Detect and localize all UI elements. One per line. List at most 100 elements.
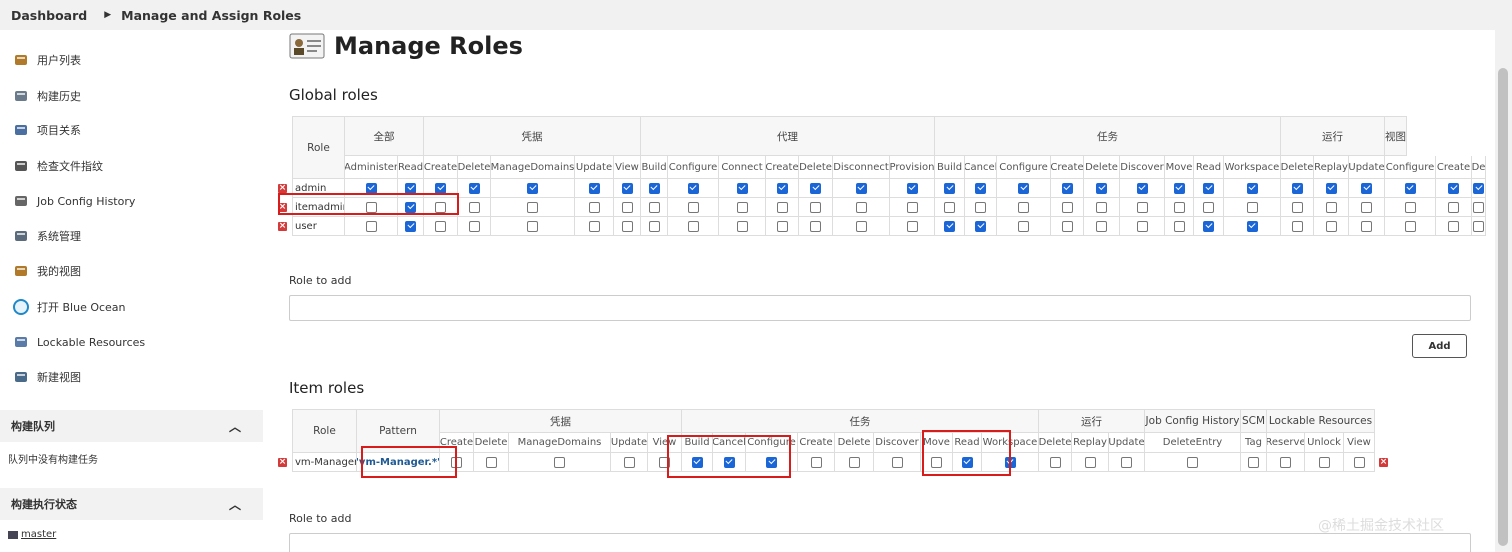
checkbox[interactable]	[1318, 456, 1330, 468]
sidebar-task-8[interactable]: Lockable Resources	[11, 332, 145, 352]
checkbox-checked[interactable]	[1404, 182, 1416, 194]
permission-cell[interactable]	[491, 217, 575, 236]
checkbox-checked[interactable]	[1018, 182, 1029, 194]
sidebar-task-4[interactable]: Job Config History	[11, 191, 135, 211]
sidebar-task-label[interactable]: 用户列表	[37, 52, 81, 68]
permission-cell[interactable]	[1194, 217, 1224, 236]
checkbox[interactable]	[1325, 220, 1337, 232]
permission-cell[interactable]	[575, 198, 614, 217]
permission-cell[interactable]	[1281, 198, 1314, 217]
item-permission-cell[interactable]	[1039, 453, 1072, 472]
checkbox-checked[interactable]	[906, 182, 918, 194]
permission-cell[interactable]	[1281, 179, 1314, 198]
permission-cell[interactable]	[1349, 217, 1385, 236]
sidebar-task-label[interactable]: Lockable Resources	[37, 336, 145, 349]
checkbox[interactable]	[736, 201, 748, 213]
permission-cell[interactable]	[1120, 179, 1165, 198]
checkbox-checked[interactable]	[527, 182, 538, 194]
checkbox[interactable]	[1061, 201, 1073, 213]
checkbox[interactable]	[776, 201, 788, 213]
item-permission-cell[interactable]	[1145, 453, 1241, 472]
permission-cell[interactable]	[668, 198, 719, 217]
checkbox[interactable]	[468, 220, 480, 232]
checkbox[interactable]	[1361, 220, 1372, 232]
permission-cell[interactable]	[1051, 198, 1084, 217]
permission-cell[interactable]	[965, 179, 997, 198]
permission-cell[interactable]	[641, 179, 668, 198]
checkbox[interactable]	[906, 220, 918, 232]
checkbox[interactable]	[588, 220, 600, 232]
checkbox[interactable]	[891, 456, 903, 468]
scrollbar-thumb[interactable]	[1498, 68, 1508, 546]
checkbox[interactable]	[1121, 456, 1132, 468]
checkbox[interactable]	[1018, 201, 1029, 213]
checkbox[interactable]	[736, 220, 748, 232]
checkbox-checked[interactable]	[1203, 182, 1214, 194]
checkbox-checked[interactable]	[1246, 182, 1258, 194]
delete-role-icon[interactable]	[278, 222, 287, 231]
permission-cell[interactable]	[799, 217, 833, 236]
checkbox-checked[interactable]	[810, 182, 821, 194]
item-permission-cell[interactable]	[1109, 453, 1145, 472]
sidebar-task-label[interactable]: 构建历史	[37, 88, 81, 104]
checkbox[interactable]	[810, 456, 822, 468]
checkbox[interactable]	[810, 220, 821, 232]
permission-cell[interactable]	[1194, 179, 1224, 198]
permission-cell[interactable]	[833, 179, 890, 198]
permission-cell[interactable]	[491, 179, 575, 198]
permission-cell[interactable]	[575, 179, 614, 198]
breadcrumb-current[interactable]: Manage and Assign Roles	[121, 8, 301, 23]
checkbox[interactable]	[944, 201, 955, 213]
checkbox-checked[interactable]	[405, 182, 416, 194]
permission-cell[interactable]	[614, 198, 641, 217]
sidebar-task-label[interactable]: 项目关系	[37, 122, 81, 138]
checkbox-checked[interactable]	[405, 220, 416, 232]
checkbox[interactable]	[1049, 456, 1061, 468]
checkbox[interactable]	[1473, 201, 1484, 213]
item-role-to-add-input[interactable]	[289, 533, 1471, 552]
checkbox[interactable]	[1291, 220, 1303, 232]
global-role-to-add-input[interactable]	[289, 295, 1471, 321]
permission-cell[interactable]	[1051, 179, 1084, 198]
permission-cell[interactable]	[641, 217, 668, 236]
checkbox[interactable]	[975, 201, 986, 213]
permission-cell[interactable]	[935, 179, 965, 198]
item-permission-cell[interactable]	[1344, 453, 1375, 472]
checkbox[interactable]	[1173, 220, 1185, 232]
checkbox-checked[interactable]	[1473, 182, 1484, 194]
checkbox[interactable]	[1353, 456, 1365, 468]
executor-node[interactable]: master	[8, 529, 56, 540]
permission-cell[interactable]	[965, 217, 997, 236]
permission-cell[interactable]	[614, 217, 641, 236]
checkbox-checked[interactable]	[1361, 182, 1372, 194]
checkbox[interactable]	[1084, 456, 1096, 468]
permission-cell[interactable]	[890, 198, 935, 217]
permission-cell[interactable]	[766, 179, 799, 198]
permission-cell[interactable]	[1472, 179, 1486, 198]
checkbox[interactable]	[1061, 220, 1073, 232]
checkbox[interactable]	[365, 220, 377, 232]
permission-cell[interactable]	[398, 217, 424, 236]
item-permission-cell[interactable]	[835, 453, 874, 472]
permission-cell[interactable]	[719, 179, 766, 198]
checkbox-checked[interactable]	[365, 182, 377, 194]
item-permission-cell[interactable]	[611, 453, 648, 472]
sidebar-task-5[interactable]: 系统管理	[11, 226, 81, 246]
checkbox[interactable]	[810, 201, 821, 213]
permission-cell[interactable]	[458, 198, 491, 217]
add-button[interactable]: Add	[1412, 334, 1467, 358]
item-permission-cell[interactable]	[798, 453, 835, 472]
checkbox-checked[interactable]	[1173, 182, 1185, 194]
permission-cell[interactable]	[1349, 179, 1385, 198]
sidebar-task-3[interactable]: 检查文件指纹	[11, 156, 103, 176]
checkbox-checked[interactable]	[1061, 182, 1073, 194]
permission-cell[interactable]	[1436, 217, 1472, 236]
permission-cell[interactable]	[1084, 198, 1120, 217]
permission-cell[interactable]	[575, 217, 614, 236]
permission-cell[interactable]	[1385, 217, 1436, 236]
permission-cell[interactable]	[799, 198, 833, 217]
checkbox-checked[interactable]	[648, 182, 660, 194]
permission-cell[interactable]	[1349, 198, 1385, 217]
item-permission-cell[interactable]	[1267, 453, 1305, 472]
checkbox-checked[interactable]	[1246, 220, 1258, 232]
